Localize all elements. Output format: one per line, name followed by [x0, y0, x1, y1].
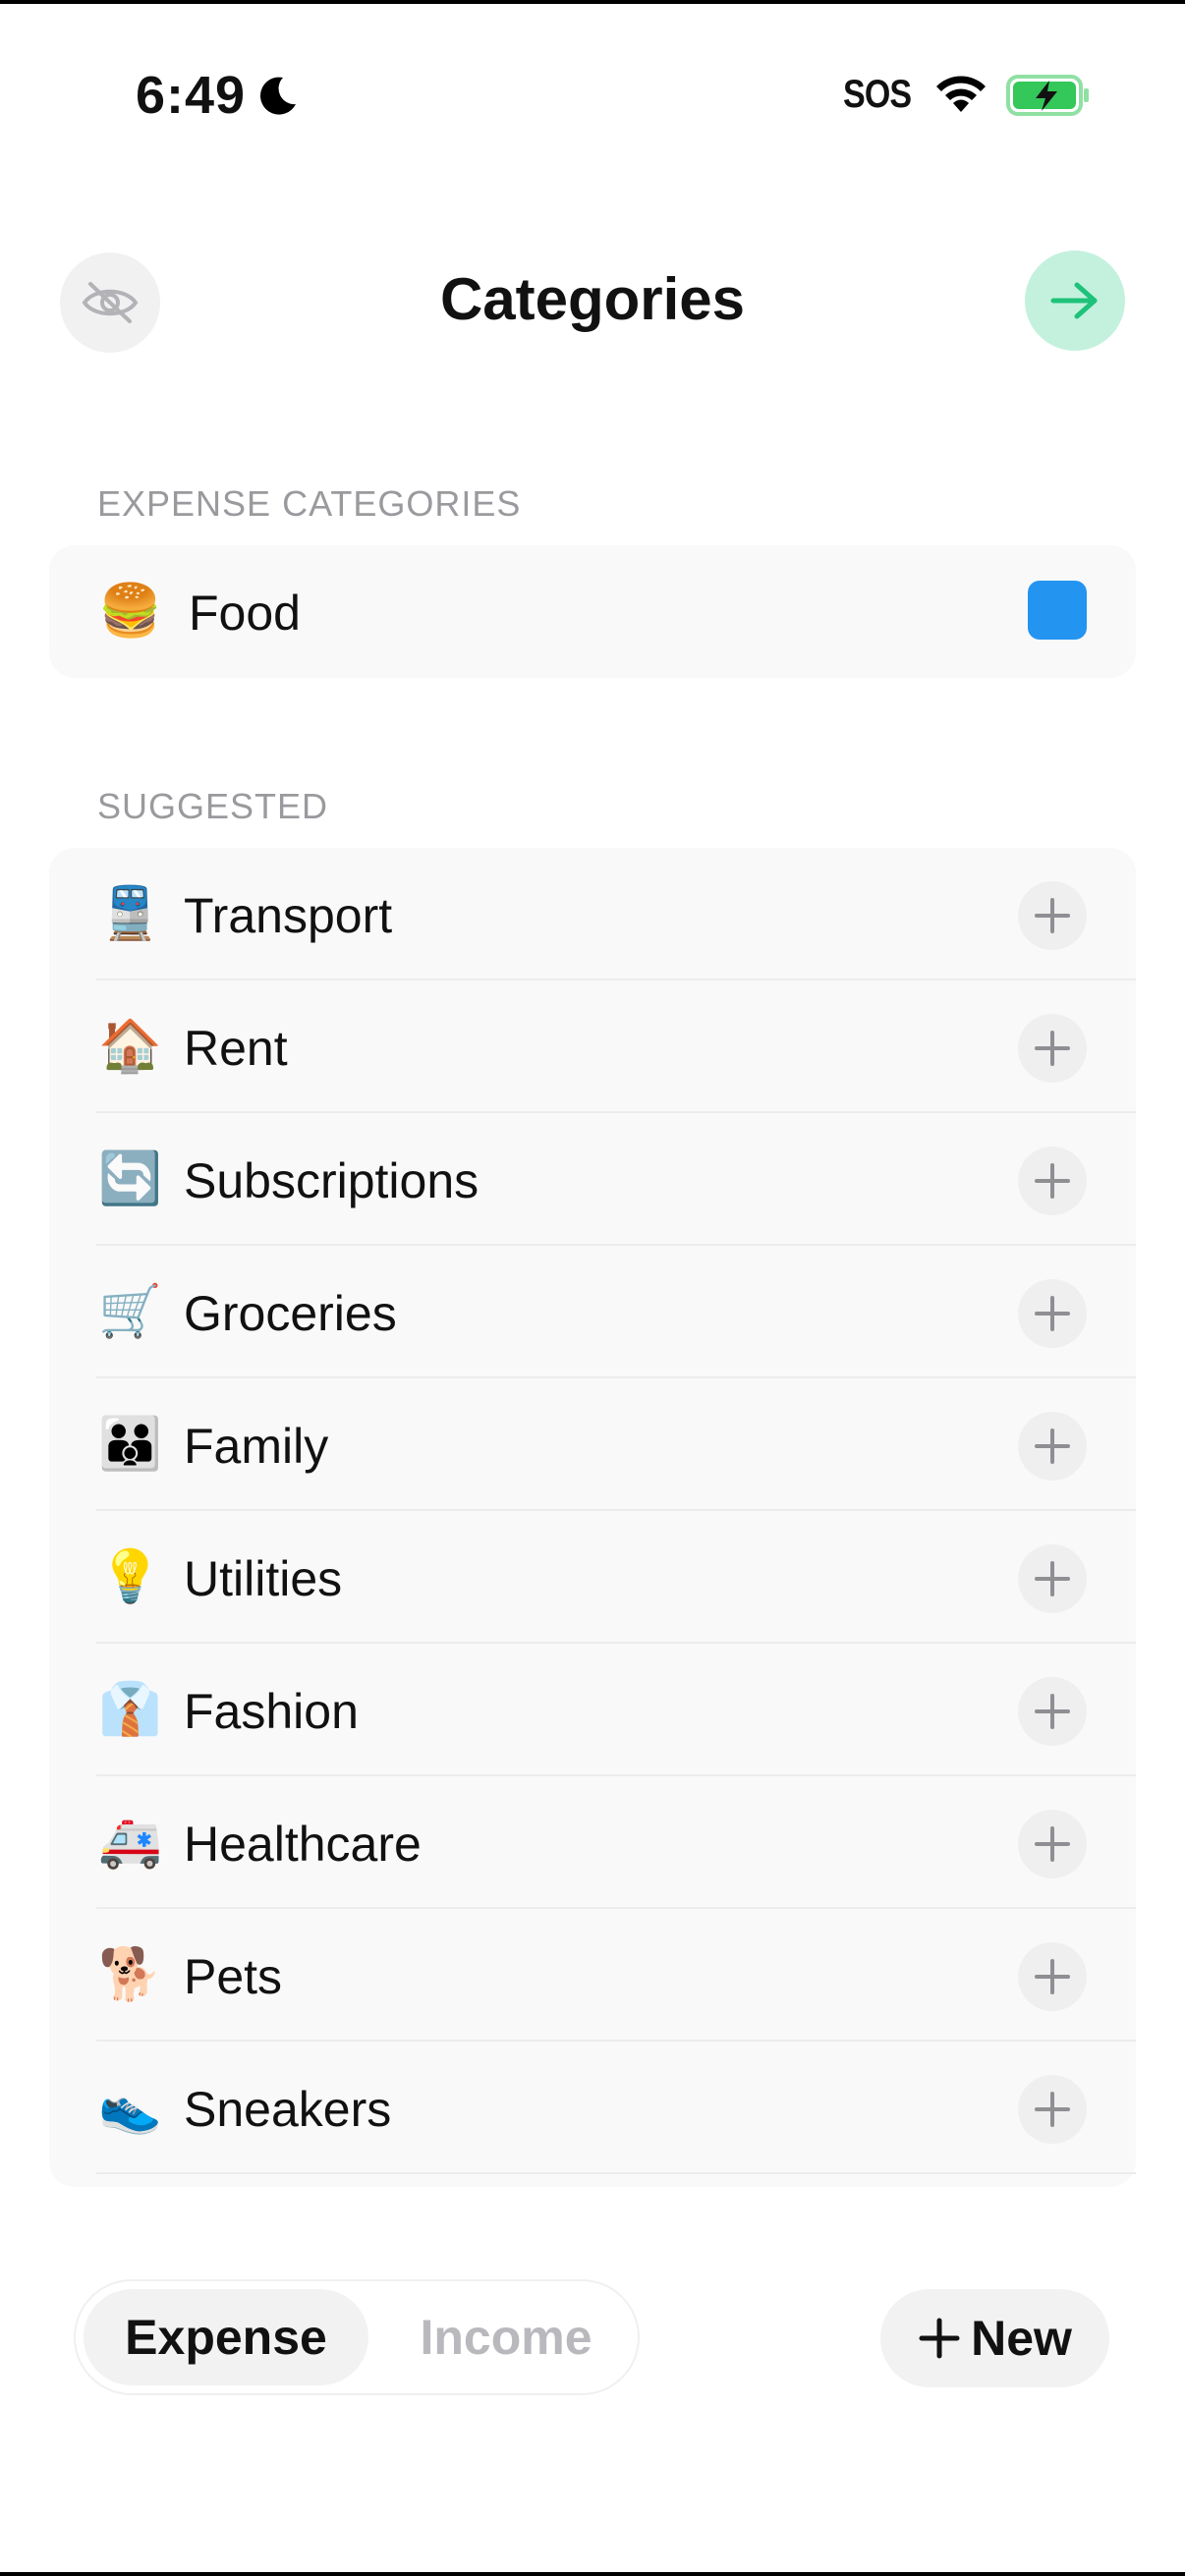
plus-icon	[1035, 1163, 1070, 1199]
add-category-button[interactable]	[1018, 1014, 1087, 1083]
suggested-row-groceries[interactable]: 🛒 Groceries	[49, 1246, 1136, 1378]
sos-indicator: SOS	[843, 73, 912, 116]
moon-icon	[259, 77, 296, 115]
suggested-row-rent[interactable]: 🏠 Rent	[49, 980, 1136, 1113]
wifi-icon	[936, 76, 986, 112]
add-category-button[interactable]	[1018, 1942, 1087, 2011]
shirt-tie-icon: 👔	[98, 1680, 162, 1739]
add-category-button[interactable]	[1018, 1279, 1087, 1348]
plus-icon	[919, 2318, 960, 2359]
add-category-button[interactable]	[1018, 881, 1087, 950]
status-time: 6:49	[136, 66, 247, 125]
suggested-label: Family	[184, 1419, 329, 1474]
plus-icon	[1035, 1694, 1070, 1729]
suggested-label: Fashion	[184, 1684, 359, 1739]
add-category-button[interactable]	[1018, 1147, 1087, 1215]
new-button-label: New	[971, 2311, 1072, 2366]
status-bar: 6:49 SOS	[0, 0, 1185, 187]
plus-icon	[1035, 1031, 1070, 1066]
add-category-button[interactable]	[1018, 1810, 1087, 1878]
suggested-label: Utilities	[184, 1551, 343, 1606]
train-icon: 🚆	[98, 884, 162, 943]
house-icon: 🏠	[98, 1017, 162, 1076]
burger-icon: 🍔	[98, 582, 162, 641]
suggested-list: 🚆 Transport 🏠 Rent 🔄 Subscriptions 🛒 Gro…	[49, 848, 1136, 2187]
page-title: Categories	[439, 266, 746, 332]
new-category-button[interactable]: New	[880, 2289, 1109, 2387]
category-label: Food	[189, 586, 301, 641]
add-category-button[interactable]	[1018, 2075, 1087, 2144]
type-segmented-control: Expense Income	[74, 2279, 640, 2395]
suggested-label: Sneakers	[184, 2082, 392, 2137]
arrow-right-icon	[1050, 282, 1098, 319]
suggested-label: Rent	[184, 1021, 288, 1076]
suggested-label: Healthcare	[184, 1817, 422, 1872]
screen-bottom-edge	[0, 2572, 1185, 2576]
tab-income[interactable]: Income	[388, 2289, 624, 2385]
row-divider	[96, 2172, 1136, 2174]
light-bulb-icon: 💡	[98, 1547, 162, 1606]
suggested-heading: SUGGESTED	[97, 786, 329, 826]
suggested-row-subscriptions[interactable]: 🔄 Subscriptions	[49, 1113, 1136, 1246]
suggested-row-family[interactable]: 👪 Family	[49, 1378, 1136, 1511]
category-color-swatch[interactable]	[1028, 581, 1087, 640]
suggested-label: Subscriptions	[184, 1153, 480, 1208]
suggested-row-pets[interactable]: 🐕 Pets	[49, 1909, 1136, 2042]
battery-charging-icon	[1006, 75, 1089, 116]
refresh-icon: 🔄	[98, 1149, 162, 1208]
expense-categories-heading: EXPENSE CATEGORIES	[97, 483, 522, 524]
suggested-row-healthcare[interactable]: 🚑 Healthcare	[49, 1776, 1136, 1909]
expense-categories-list: 🍔 Food	[49, 545, 1136, 678]
suggested-label: Pets	[184, 1949, 283, 2004]
suggested-label: Groceries	[184, 1286, 397, 1341]
plus-icon	[1035, 1959, 1070, 1994]
category-row-food[interactable]: 🍔 Food	[49, 545, 1136, 678]
dog-icon: 🐕	[98, 1945, 162, 2004]
next-button[interactable]	[1025, 251, 1125, 351]
tab-expense[interactable]: Expense	[84, 2289, 368, 2385]
plus-icon	[1035, 1428, 1070, 1464]
plus-icon	[1035, 1561, 1070, 1596]
suggested-row-sneakers[interactable]: 👟 Sneakers	[49, 2042, 1136, 2174]
plus-icon	[1035, 1826, 1070, 1862]
suggested-row-utilities[interactable]: 💡 Utilities	[49, 1511, 1136, 1644]
plus-icon	[1035, 898, 1070, 933]
add-category-button[interactable]	[1018, 1412, 1087, 1481]
add-category-button[interactable]	[1018, 1677, 1087, 1746]
suggested-label: Transport	[184, 888, 393, 943]
shopping-cart-icon: 🛒	[98, 1282, 162, 1341]
suggested-row-fashion[interactable]: 👔 Fashion	[49, 1644, 1136, 1776]
add-category-button[interactable]	[1018, 1544, 1087, 1613]
plus-icon	[1035, 2092, 1070, 2127]
plus-icon	[1035, 1296, 1070, 1331]
suggested-row-transport[interactable]: 🚆 Transport	[49, 848, 1136, 980]
family-icon: 👪	[98, 1415, 162, 1474]
ambulance-icon: 🚑	[98, 1813, 162, 1872]
sneaker-icon: 👟	[98, 2078, 162, 2137]
